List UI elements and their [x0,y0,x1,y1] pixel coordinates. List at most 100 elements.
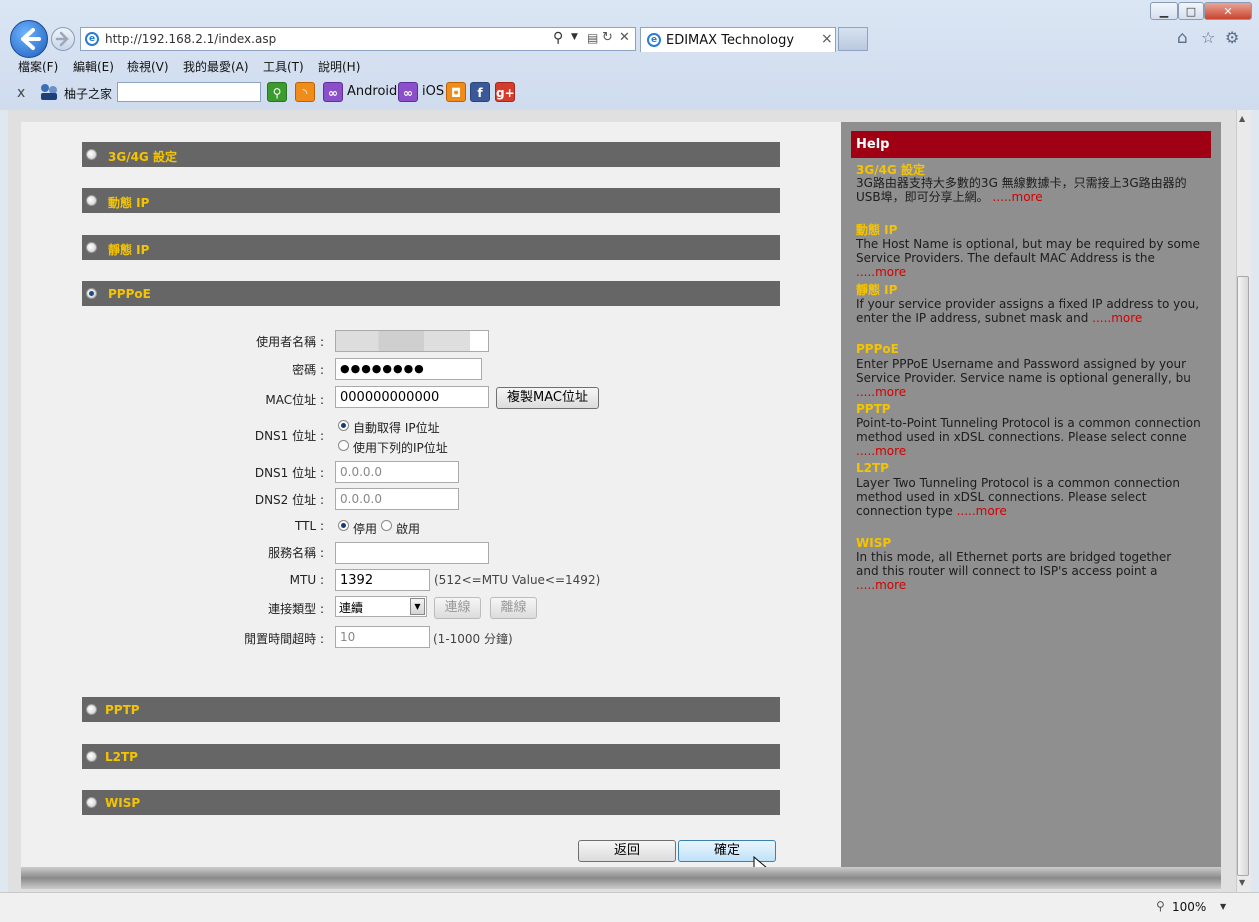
connect-button[interactable]: 連線 [434,597,481,619]
status-bar: ⚲ 100% ▼ [0,892,1259,922]
dns2-input[interactable]: 0.0.0.0 [335,488,459,510]
idle-timeout-input[interactable]: 10 [335,626,430,648]
idle-timeout-hint: (1-1000 分鐘) [433,632,513,646]
ios-link-icon[interactable]: ∞ [398,82,418,102]
section-3g4g[interactable]: 3G/4G 設定 [82,142,780,167]
menu-edit[interactable]: 編輯(E) [73,58,114,75]
tab-close-icon[interactable]: × [821,31,833,47]
dns-auto-label: 自動取得 IP位址 [353,421,440,435]
help-more-link-wisp[interactable]: .....more [856,578,906,592]
android-link-icon[interactable]: ∞ [323,82,343,102]
menu-file[interactable]: 檔案(F) [18,58,58,75]
home-icon[interactable]: ⌂ [1177,28,1188,48]
new-tab-button[interactable] [838,27,868,51]
ttl-disable-radio[interactable] [338,520,349,531]
forward-arrow-icon [55,31,69,47]
scrollbar-thumb[interactable] [1237,276,1249,876]
dns1-label: DNS1 位址 : [254,466,324,480]
mac-label: MAC位址 : [265,393,324,407]
section-pptp[interactable]: PPTP [82,697,780,722]
section-3g4g-radio[interactable] [86,149,97,160]
maximize-button[interactable]: □ [1178,2,1204,20]
help-more-link-static-ip[interactable]: .....more [1092,311,1142,325]
facebook-icon[interactable]: f [470,82,490,102]
ie-page-icon: e [85,32,99,46]
zoom-icon[interactable]: ⚲ [1156,899,1165,913]
section-l2tp[interactable]: L2TP [82,744,780,769]
password-input[interactable]: ●●●●●●●● [335,358,482,380]
section-pppoe[interactable]: PPPoE [82,281,780,306]
close-window-button[interactable]: ✕ [1204,2,1252,20]
help-more-link-3g4g[interactable]: .....more [992,190,1042,204]
ttl-enable-radio[interactable] [381,520,392,531]
section-static-ip[interactable]: 靜態 IP [82,235,780,260]
help-more-link-dynamic-ip[interactable]: .....more [856,265,906,279]
android-label[interactable]: Android [347,84,397,99]
blogger-icon[interactable]: ◘ [446,82,466,102]
menu-tools[interactable]: 工具(T) [263,58,304,75]
help-heading-pppoe: PPPoE [856,342,899,356]
ios-label[interactable]: iOS [422,84,444,99]
username-input[interactable] [335,330,489,352]
section-wisp[interactable]: WISP [82,790,780,815]
ttl-enable-label: 啟用 [396,522,421,536]
help-more-link-pptp[interactable]: .....more [856,444,906,458]
tab-title: EDIMAX Technology [666,33,795,48]
menu-favorites[interactable]: 我的最愛(A) [183,58,249,75]
mtu-input[interactable]: 1392 [335,569,430,591]
disconnect-button[interactable]: 離線 [490,597,537,619]
address-bar[interactable]: e http://192.168.2.1/index.asp ⚲ ▼ ▤ ↻ ✕ [80,27,636,51]
zoom-dropdown-icon[interactable]: ▼ [1220,902,1226,911]
dns-manual-radio[interactable] [338,440,349,451]
address-url: http://192.168.2.1/index.asp [105,32,277,46]
dns-auto-radio[interactable] [338,420,349,431]
section-l2tp-radio[interactable] [86,751,97,762]
toolbar-search-input[interactable] [117,82,261,102]
username-label: 使用者名稱 : [256,335,324,349]
back-button[interactable] [10,20,48,58]
toolbar-search-icon[interactable]: ⚲ [267,82,287,102]
section-wisp-radio[interactable] [86,797,97,808]
help-more-link-pppoe[interactable]: .....more [856,385,906,399]
mac-input[interactable]: 000000000000 [335,386,489,408]
compat-view-icon[interactable]: ▤ [587,31,598,45]
settings-gear-icon[interactable]: ⚙ [1225,28,1239,47]
close-toolbar-icon[interactable]: x [17,85,25,101]
search-icon[interactable]: ⚲ [553,30,563,46]
service-name-input[interactable] [335,542,489,564]
forward-button[interactable] [51,27,75,51]
menu-help[interactable]: 說明(H) [318,58,360,75]
zoom-level[interactable]: 100% [1172,900,1206,914]
help-heading-dynamic-ip: 動態 IP [856,223,898,237]
section-wisp-label: WISP [105,796,141,810]
scroll-up-icon[interactable]: ▲ [1239,114,1245,123]
section-static-ip-radio[interactable] [86,242,97,253]
section-dynamic-ip-label: 動態 IP [108,196,150,210]
stop-icon[interactable]: ✕ [619,30,630,45]
help-more-link-l2tp[interactable]: .....more [957,504,1007,518]
section-pppoe-radio[interactable] [86,288,97,299]
tab-ie-icon: e [647,33,661,47]
rss-icon[interactable]: ◝ [295,82,315,102]
section-dynamic-ip-radio[interactable] [86,195,97,206]
site-name-label: 柚子之家 [64,87,113,101]
tab-edimax[interactable]: e EDIMAX Technology × [640,27,836,52]
dns1-input[interactable]: 0.0.0.0 [335,461,459,483]
section-dynamic-ip[interactable]: 動態 IP [82,188,780,213]
mtu-label: MTU : [289,573,324,587]
minimize-button[interactable]: ▁ [1150,2,1178,20]
google-plus-icon[interactable]: g+ [495,82,515,102]
back-action-button[interactable]: 返回 [578,840,676,862]
menu-view[interactable]: 檢視(V) [127,58,169,75]
refresh-icon[interactable]: ↻ [602,30,613,45]
section-pptp-radio[interactable] [86,704,97,715]
connection-type-select[interactable]: 連續 ▼ [335,596,427,617]
clone-mac-button[interactable]: 複製MAC位址 [496,387,599,409]
help-text-wisp: In this mode, all Ethernet ports are bri… [856,550,1172,592]
favorites-star-icon[interactable]: ☆ [1201,28,1215,47]
service-name-label: 服務名稱 : [268,546,324,560]
connection-type-value: 連續 [339,601,364,615]
dropdown-arrow-icon[interactable]: ▼ [571,32,578,42]
help-title: Help [851,131,1211,158]
scroll-down-icon[interactable]: ▼ [1239,878,1245,887]
